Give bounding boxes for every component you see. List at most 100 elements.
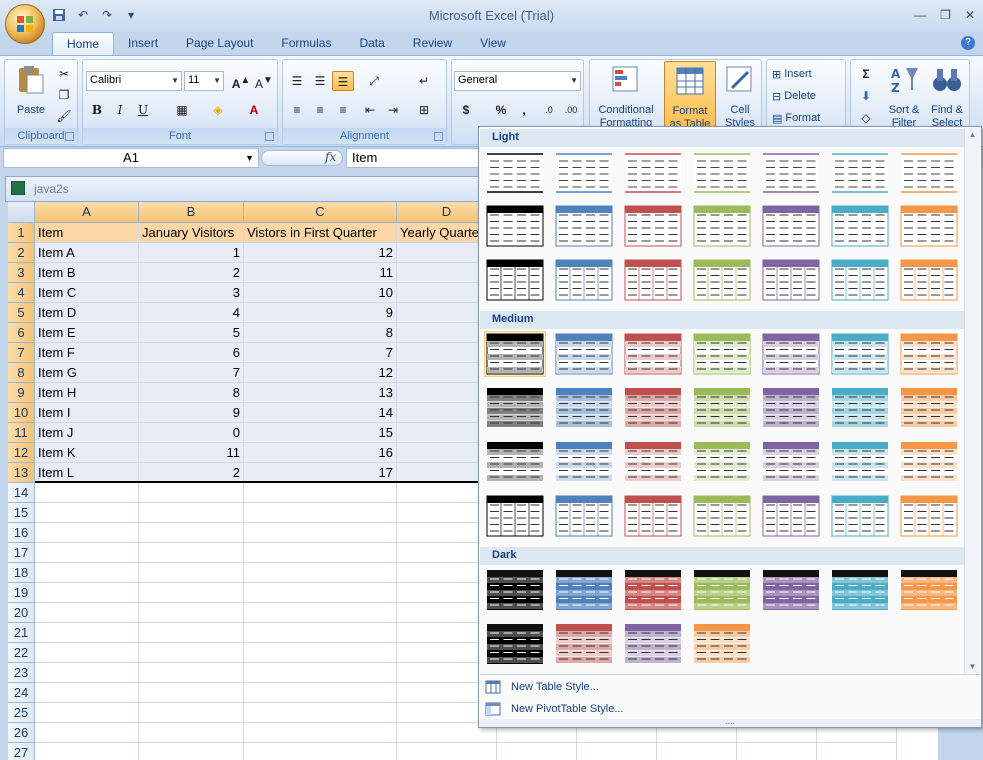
table-style-swatch[interactable] xyxy=(760,203,822,249)
table-style-swatch[interactable] xyxy=(484,257,546,303)
cell[interactable]: 11 xyxy=(244,263,397,283)
cell[interactable] xyxy=(244,503,397,523)
table-style-swatch[interactable] xyxy=(898,331,960,377)
font-name-combo[interactable]: Calibri ▼ xyxy=(86,71,182,91)
name-box[interactable]: A1 ▼ xyxy=(3,148,259,168)
table-style-swatch[interactable] xyxy=(553,439,615,485)
comma-icon[interactable]: , xyxy=(513,100,535,120)
cell[interactable] xyxy=(139,503,244,523)
cell[interactable] xyxy=(244,623,397,643)
cell[interactable]: 13 xyxy=(244,383,397,403)
cell[interactable] xyxy=(139,743,244,760)
table-style-swatch[interactable] xyxy=(691,493,753,539)
help-icon[interactable]: ? xyxy=(961,36,975,50)
cell[interactable]: 15 xyxy=(244,423,397,443)
table-style-swatch[interactable] xyxy=(622,331,684,377)
row-header[interactable]: 25 xyxy=(8,703,35,723)
table-style-swatch[interactable] xyxy=(829,331,891,377)
tab-data[interactable]: Data xyxy=(345,32,398,56)
cell[interactable]: 12 xyxy=(244,363,397,383)
scroll-up-icon[interactable]: ▲ xyxy=(965,130,980,139)
cell[interactable] xyxy=(139,483,244,503)
borders-icon[interactable]: ▦ xyxy=(171,100,193,120)
font-size-combo[interactable]: 11 ▼ xyxy=(184,71,224,91)
cell[interactable] xyxy=(35,523,139,543)
bold-icon[interactable]: B xyxy=(86,100,108,120)
table-style-swatch[interactable] xyxy=(760,567,822,613)
cell[interactable]: 7 xyxy=(139,363,244,383)
row-header[interactable]: 21 xyxy=(8,623,35,643)
bottom-align-icon[interactable]: ☰ xyxy=(332,71,354,91)
cell[interactable] xyxy=(737,743,817,760)
cell[interactable]: 6 xyxy=(139,343,244,363)
cell[interactable] xyxy=(35,623,139,643)
underline-icon[interactable]: U xyxy=(132,100,154,120)
orientation-icon[interactable]: ⤢ xyxy=(363,71,385,91)
row-header[interactable]: 2 xyxy=(8,243,35,263)
row-header[interactable]: 5 xyxy=(8,303,35,323)
copy-icon[interactable]: ❐ xyxy=(53,85,75,105)
merge-center-icon[interactable]: ⊞ xyxy=(413,100,435,120)
tab-insert[interactable]: Insert xyxy=(114,32,172,56)
table-style-swatch[interactable] xyxy=(760,149,822,195)
cell[interactable] xyxy=(139,703,244,723)
cell[interactable] xyxy=(35,603,139,623)
row-header[interactable]: 6 xyxy=(8,323,35,343)
cell[interactable] xyxy=(139,663,244,683)
cell[interactable] xyxy=(244,663,397,683)
table-style-swatch[interactable] xyxy=(760,257,822,303)
cell[interactable] xyxy=(244,563,397,583)
format-painter-icon[interactable]: 🖌 xyxy=(53,106,75,126)
table-style-swatch[interactable] xyxy=(691,203,753,249)
italic-icon[interactable]: I xyxy=(109,100,131,120)
table-style-swatch[interactable] xyxy=(484,567,546,613)
chevron-down-icon[interactable]: ▼ xyxy=(570,76,578,85)
cell[interactable] xyxy=(35,703,139,723)
table-style-swatch[interactable] xyxy=(484,149,546,195)
row-header[interactable]: 20 xyxy=(8,603,35,623)
wrap-text-icon[interactable]: ↵ xyxy=(413,71,435,91)
sort-filter-button[interactable]: A Z Sort & Filter xyxy=(885,64,923,130)
cell[interactable] xyxy=(139,563,244,583)
cell[interactable]: Item D xyxy=(35,303,139,323)
row-header[interactable]: 23 xyxy=(8,663,35,683)
cell[interactable] xyxy=(244,483,397,503)
cell[interactable] xyxy=(35,643,139,663)
cell[interactable] xyxy=(497,743,577,760)
cell[interactable] xyxy=(244,703,397,723)
new-table-style-item[interactable]: New Table Style... xyxy=(485,677,599,697)
table-style-swatch[interactable] xyxy=(691,331,753,377)
table-style-swatch[interactable] xyxy=(829,439,891,485)
table-style-swatch[interactable] xyxy=(898,439,960,485)
cell[interactable]: 2 xyxy=(139,263,244,283)
row-header[interactable]: 17 xyxy=(8,543,35,563)
tab-review[interactable]: Review xyxy=(399,32,466,56)
table-style-swatch[interactable] xyxy=(691,567,753,613)
table-style-swatch[interactable] xyxy=(691,149,753,195)
cell[interactable] xyxy=(139,583,244,603)
table-style-swatch[interactable] xyxy=(553,385,615,431)
chevron-down-icon[interactable]: ▼ xyxy=(171,76,179,85)
cell[interactable]: 2 xyxy=(139,463,244,483)
cell[interactable]: Item G xyxy=(35,363,139,383)
table-style-swatch[interactable] xyxy=(553,257,615,303)
number-format-combo[interactable]: General ▼ xyxy=(454,71,581,91)
cell[interactable] xyxy=(35,563,139,583)
table-style-swatch[interactable] xyxy=(829,567,891,613)
cell[interactable] xyxy=(35,543,139,563)
table-style-swatch[interactable] xyxy=(484,439,546,485)
resize-grip[interactable]: .... xyxy=(479,717,981,727)
cell[interactable] xyxy=(35,583,139,603)
gallery-scrollbar[interactable]: ▲ ▼ xyxy=(964,128,980,673)
table-style-swatch[interactable] xyxy=(622,257,684,303)
table-style-swatch[interactable] xyxy=(553,149,615,195)
cell[interactable]: 5 xyxy=(139,323,244,343)
table-style-swatch[interactable] xyxy=(829,385,891,431)
row-header[interactable]: 10 xyxy=(8,403,35,423)
cell[interactable] xyxy=(817,743,897,760)
table-style-swatch[interactable] xyxy=(484,493,546,539)
column-header-c[interactable]: C xyxy=(244,202,397,223)
conditional-formatting-button[interactable]: Conditional Formatting xyxy=(593,64,659,130)
row-header[interactable]: 12 xyxy=(8,443,35,463)
chevron-down-icon[interactable]: ▼ xyxy=(213,76,221,85)
